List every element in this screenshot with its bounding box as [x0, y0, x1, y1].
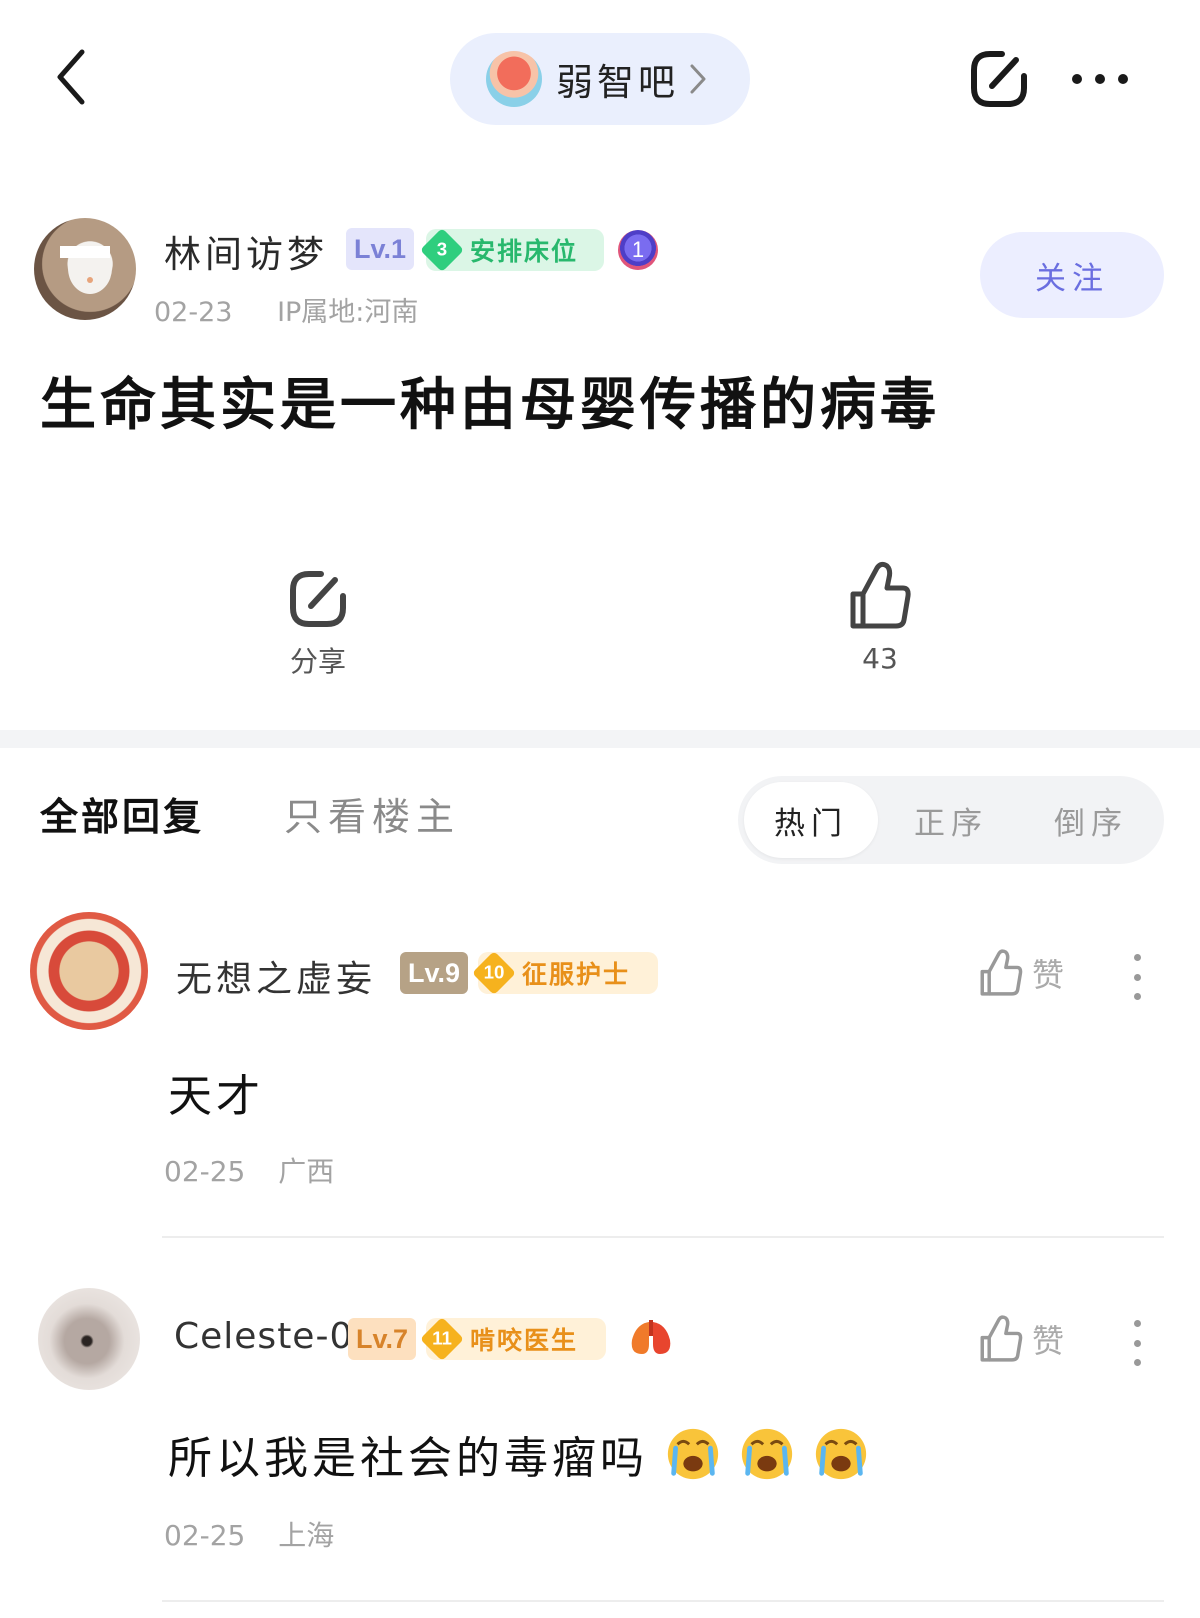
comment-meta: 02-25 上海: [164, 1514, 358, 1554]
section-divider: [0, 730, 1200, 748]
share-button[interactable]: [968, 48, 1030, 110]
chevron-left-icon: [57, 49, 85, 105]
share-action[interactable]: 分享: [280, 568, 356, 680]
author-avatar[interactable]: [34, 218, 136, 320]
dot-icon: [1072, 74, 1082, 84]
ip-location: IP属地:河南: [277, 297, 419, 328]
comment-date: 02-25: [164, 1519, 246, 1552]
like-label: 赞: [1032, 956, 1065, 994]
title-badge: 11 啃咬医生: [419, 1316, 606, 1362]
level-badge: Lv.7: [348, 1318, 417, 1360]
level-badge: Lv.9: [400, 952, 469, 994]
forum-link[interactable]: 弱智吧: [450, 33, 750, 125]
commenter-avatar[interactable]: [38, 1288, 140, 1390]
title-badge: 3 安排床位: [419, 227, 604, 273]
like-label: 赞: [1032, 1322, 1065, 1360]
share-icon: [290, 571, 346, 627]
thumbs-up-icon: [850, 561, 911, 629]
crying-face-icon: [815, 1428, 867, 1480]
tab-all-replies[interactable]: 全部回复: [40, 786, 204, 841]
dot-icon: [1095, 74, 1105, 84]
sort-toggle: 热门 正序 倒序: [738, 776, 1164, 864]
author-name[interactable]: 林间访梦: [164, 224, 328, 278]
back-button[interactable]: [48, 42, 98, 112]
comment-text: 天才: [168, 1071, 264, 1122]
post-meta: 02-23 IP属地:河南: [154, 290, 454, 329]
crying-face-icon: [741, 1428, 793, 1480]
commenter-name[interactable]: Celeste-0: [174, 1316, 353, 1357]
lung-badge-icon: [628, 1318, 674, 1358]
thumbs-up-icon: [980, 1315, 1023, 1362]
commenter-name[interactable]: 无想之虚妄: [176, 950, 376, 1002]
post-date: 02-23: [154, 297, 233, 328]
comment-location: 上海: [278, 1519, 335, 1552]
row-divider: [162, 1600, 1164, 1602]
comment-like-button[interactable]: 赞: [978, 948, 1064, 998]
more-options-button[interactable]: [1072, 66, 1142, 92]
like-action[interactable]: 43: [840, 560, 920, 675]
share-label: 分享: [289, 645, 346, 678]
chevron-right-icon: [690, 64, 706, 94]
forum-avatar: [486, 51, 542, 107]
dot-icon: [1118, 74, 1128, 84]
sort-ascending[interactable]: 正序: [884, 782, 1018, 858]
level-badge: Lv.1: [346, 228, 415, 270]
post-title: 生命其实是一种由母婴传播的病毒: [40, 372, 940, 438]
tab-op-only[interactable]: 只看楼主: [284, 786, 460, 841]
follow-button[interactable]: 关注: [980, 232, 1164, 318]
comment-like-button[interactable]: 赞: [978, 1314, 1064, 1364]
title-badge: 10 征服护士: [471, 950, 658, 996]
comment-menu-button[interactable]: [1132, 954, 1142, 1000]
thumbs-up-icon: [980, 949, 1023, 996]
commenter-avatar[interactable]: [30, 912, 148, 1030]
comment-meta: 02-25 广西: [164, 1150, 358, 1190]
like-count: 43: [862, 642, 898, 675]
sort-hot[interactable]: 热门: [744, 782, 878, 858]
comment-text-row: 所以我是社会的毒瘤吗: [168, 1422, 870, 1486]
row-divider: [162, 1236, 1164, 1238]
crying-face-icon: [667, 1428, 719, 1480]
comment-location: 广西: [278, 1155, 335, 1188]
sort-descending[interactable]: 倒序: [1024, 782, 1158, 858]
comment-date: 02-25: [164, 1155, 246, 1188]
medal-icon: 1: [618, 230, 658, 270]
comment-menu-button[interactable]: [1132, 1320, 1142, 1366]
share-icon: [971, 51, 1027, 107]
forum-name: 弱智吧: [556, 61, 679, 104]
comment-text: 所以我是社会的毒瘤吗: [168, 1433, 648, 1484]
